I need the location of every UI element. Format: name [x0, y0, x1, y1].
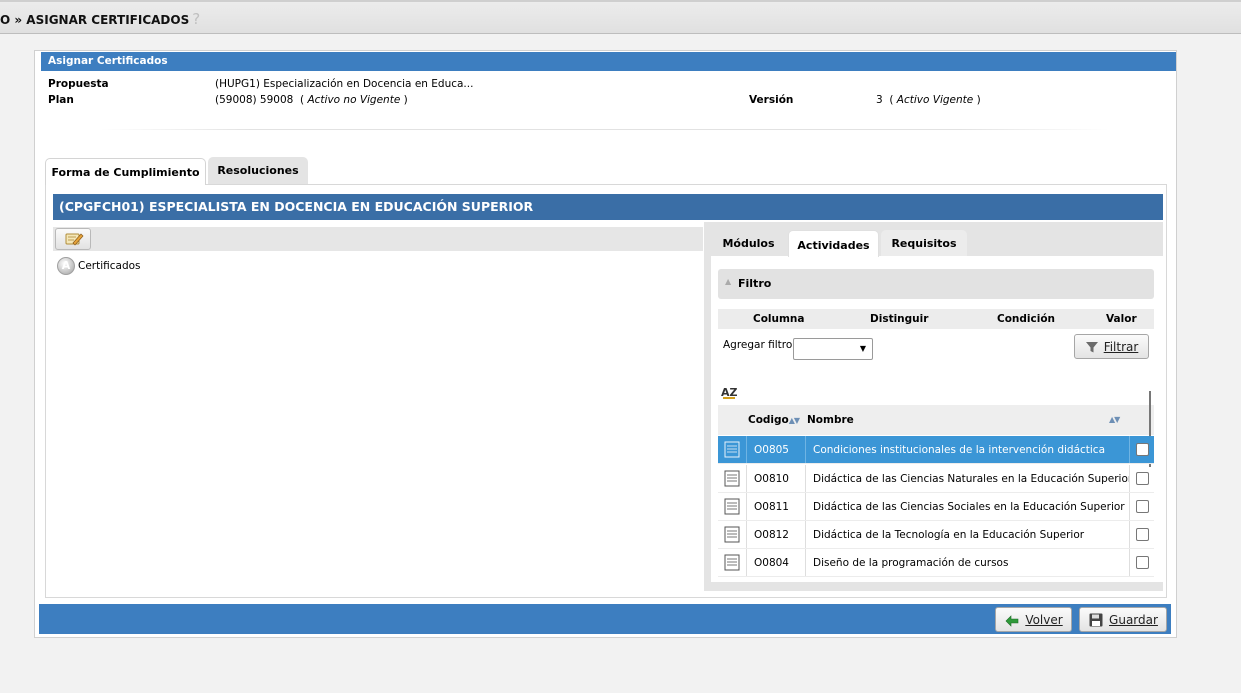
row-code: O0804 — [748, 549, 806, 576]
row-checkbox[interactable] — [1136, 528, 1149, 541]
grid-header-nombre[interactable]: Nombre — [807, 405, 854, 435]
certificate-badge-icon: A — [57, 257, 75, 275]
version-value: 3 — [876, 94, 883, 106]
filter-columns: Columna Distinguir Condición Valor — [718, 309, 1154, 329]
help-icon[interactable]: ? — [192, 10, 200, 28]
document-icon — [724, 526, 740, 543]
row-checkbox[interactable] — [1136, 443, 1149, 456]
tab-resoluciones[interactable]: Resoluciones — [208, 157, 308, 184]
table-row[interactable]: O0810 Didáctica de las Ciencias Naturales… — [718, 465, 1154, 493]
section-title: (CPGFCH01) ESPECIALISTA EN DOCENCIA EN E… — [53, 194, 1163, 220]
row-name: Didáctica de las Ciencias Sociales en la… — [807, 493, 1130, 520]
row-checkbox[interactable] — [1136, 472, 1149, 485]
filter-title: Filtro — [738, 277, 772, 290]
breadcrumb: O » ASIGNAR CERTIFICADOS? — [0, 10, 200, 28]
sort-arrows-icon: ▲▼ — [788, 416, 800, 425]
filter-col-columna: Columna — [753, 313, 805, 325]
row-name: Didáctica de la Tecnología en la Educaci… — [807, 521, 1130, 548]
tab-actividades[interactable]: Actividades — [788, 230, 879, 257]
row-checkbox[interactable] — [1136, 500, 1149, 513]
save-button[interactable]: Guardar — [1079, 607, 1167, 632]
filter-col-distinguir: Distinguir — [870, 313, 929, 325]
filter-button-label: Filtrar — [1103, 339, 1139, 354]
row-detail-icon[interactable] — [718, 436, 747, 463]
row-code: O0811 — [748, 493, 806, 520]
filter-header[interactable]: ▲ Filtro — [718, 269, 1154, 299]
plan-label: Plan — [48, 94, 74, 106]
plan-status: Activo no Vigente — [307, 94, 401, 106]
version-status: Activo Vigente — [896, 94, 974, 106]
tab-forma-de-cumplimiento[interactable]: Forma de Cumplimiento — [45, 158, 206, 185]
edit-icon — [65, 233, 84, 246]
collapse-icon: ▲ — [725, 277, 732, 286]
tree-item-certificados[interactable]: Certificados — [78, 260, 141, 272]
document-icon — [724, 498, 740, 515]
save-button-label: Guardar — [1109, 612, 1158, 627]
grid-header: Codigo▲▼ Nombre ▲▼ — [718, 405, 1154, 435]
floppy-disk-icon — [1089, 613, 1103, 626]
version-field: 3 ( Activo Vigente ) — [876, 94, 981, 106]
row-code: O0805 — [748, 436, 806, 463]
row-code: O0810 — [748, 465, 806, 492]
back-button-label: Volver — [1025, 612, 1063, 627]
sort-arrows-icon[interactable]: ▲▼ — [1109, 405, 1120, 435]
table-row[interactable]: O0805 Condiciones institucionales de la i… — [718, 436, 1154, 464]
row-detail-icon[interactable] — [718, 549, 747, 576]
grid-header-codigo-label: Codigo — [748, 414, 789, 426]
tree-toolbar — [53, 227, 703, 251]
tab-modulos[interactable]: Módulos — [711, 230, 786, 256]
table-row[interactable]: O0812 Didáctica de la Tecnología en la Ed… — [718, 521, 1154, 549]
row-checkbox[interactable] — [1136, 556, 1149, 569]
document-icon — [724, 554, 740, 571]
panel-title: Asignar Certificados — [41, 52, 1176, 71]
add-filter-select[interactable]: ▼ — [793, 338, 873, 360]
table-row[interactable]: O0804 Diseño de la programación de cursos — [718, 549, 1154, 577]
sort-az-icon[interactable]: AZ — [721, 386, 738, 399]
divider — [100, 129, 1110, 130]
grid-header-codigo[interactable]: Codigo▲▼ — [748, 405, 800, 436]
row-detail-icon[interactable] — [718, 493, 747, 520]
row-code: O0812 — [748, 521, 806, 548]
chevron-down-icon: ▼ — [859, 344, 866, 353]
document-icon — [724, 470, 740, 487]
back-arrow-icon — [1005, 614, 1019, 627]
row-detail-icon[interactable] — [718, 521, 747, 548]
filter-col-condicion: Condición — [997, 313, 1056, 325]
filter-col-valor: Valor — [1106, 313, 1137, 325]
row-name: Condiciones institucionales de la interv… — [807, 436, 1130, 463]
plan-value: (59008) 59008 — [215, 94, 294, 106]
document-icon — [724, 441, 740, 458]
propuesta-label: Propuesta — [48, 78, 109, 90]
add-filter-label: Agregar filtro — [723, 339, 793, 351]
row-detail-icon[interactable] — [718, 465, 747, 492]
propuesta-value: (HUPG1) Especialización en Docencia en E… — [215, 78, 474, 90]
back-button[interactable]: Volver — [995, 607, 1072, 632]
filter-button[interactable]: Filtrar — [1074, 334, 1149, 359]
row-name: Diseño de la programación de cursos — [807, 549, 1130, 576]
plan-field: (59008) 59008 ( Activo no Vigente ) — [215, 94, 408, 106]
funnel-icon — [1085, 341, 1098, 352]
tab-requisitos[interactable]: Requisitos — [881, 230, 967, 256]
table-row[interactable]: O0811 Didáctica de las Ciencias Sociales … — [718, 493, 1154, 521]
version-label: Versión — [749, 94, 794, 106]
edit-button[interactable] — [55, 228, 91, 250]
row-name: Didáctica de las Ciencias Naturales en l… — [807, 465, 1130, 492]
breadcrumb-text: O » ASIGNAR CERTIFICADOS — [0, 13, 190, 27]
